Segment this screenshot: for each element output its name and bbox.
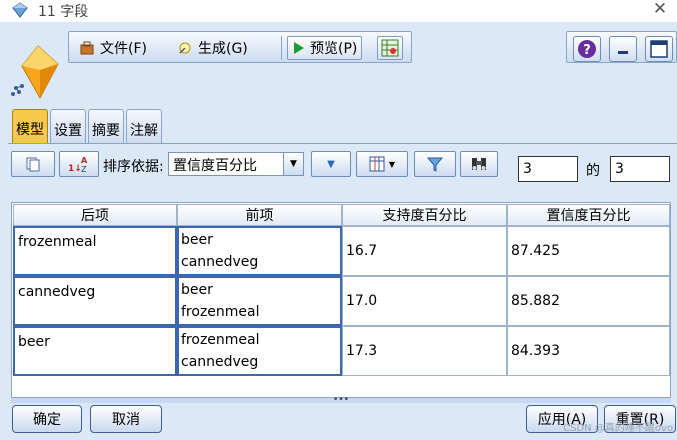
support-cell[interactable]: 17.3 [342, 326, 507, 376]
sort-by-value: 置信度百分比 [173, 158, 257, 174]
confidence-cell[interactable]: 85.882 [507, 276, 670, 326]
sort-az-icon: 1↓AZ [68, 156, 88, 174]
tab-model[interactable]: 模型 [12, 109, 48, 144]
help-icon: ? [578, 40, 596, 58]
cancel-button[interactable]: 取消 [90, 405, 162, 433]
sort-by-select[interactable]: 置信度百分比 ▼ [168, 152, 304, 176]
app-diamond-icon [12, 2, 28, 18]
sort-by-label: 排序依据: [103, 159, 164, 175]
rules-table: 后项 前项 支持度百分比 置信度百分比 frozenmeal beer cann… [13, 204, 670, 376]
svg-text:?: ? [583, 43, 591, 58]
filter-button[interactable] [414, 151, 456, 177]
tab-summary[interactable]: 摘要 [88, 109, 124, 143]
table-row[interactable]: cannedveg beer frozenmeal 17.0 85.882 [13, 276, 670, 326]
window-title: 11 字段 [38, 4, 89, 20]
chevron-down-icon: ▼ [388, 159, 396, 169]
confidence-cell[interactable]: 87.425 [507, 226, 670, 276]
file-menu[interactable]: 文件(F) [79, 38, 147, 58]
generate-menu[interactable]: 生成(G) [177, 38, 248, 58]
association-node-logo-icon [11, 45, 59, 100]
antecedent-item: cannedveg [181, 354, 259, 370]
svg-text:A: A [81, 156, 88, 165]
rule-total-field: 3 [610, 156, 670, 182]
model-panel: 1↓ A Z 排序依据: 置信度百分比 ▼ ▼ ▼ 3 的 3 后项 前项 支持… [8, 143, 677, 405]
antecedent-cell[interactable]: beer cannedveg [177, 226, 342, 276]
antecedent-cell[interactable]: frozenmeal cannedveg [177, 326, 342, 376]
consequent-cell[interactable]: cannedveg [13, 276, 177, 326]
column-header-confidence[interactable]: 置信度百分比 [507, 204, 670, 226]
export-button[interactable] [377, 36, 403, 60]
preview-button[interactable]: 预览(P) [287, 36, 363, 60]
tab-annotation[interactable]: 注解 [126, 109, 162, 143]
columns-icon [369, 156, 385, 172]
find-button[interactable] [460, 151, 498, 177]
antecedent-item: cannedveg [181, 254, 259, 270]
binoculars-icon [472, 158, 486, 170]
window-controls: ? [566, 31, 677, 63]
chevron-down-icon: ▼ [283, 153, 303, 175]
sort-order-button[interactable]: 1↓ A Z [59, 151, 99, 177]
antecedent-cell[interactable]: beer frozenmeal [177, 276, 342, 326]
copy-button[interactable] [11, 151, 55, 177]
sort-direction-button[interactable]: ▼ [311, 151, 351, 177]
antecedent-item: frozenmeal [181, 304, 260, 320]
dialog-button-bar: 确定 取消 应用(A) 重置(R) CSDN @真的睡不醒ovo [0, 403, 677, 440]
file-menu-label: 文件(F) [100, 41, 147, 57]
svg-text:Z: Z [81, 165, 87, 174]
column-header-antecedent[interactable]: 前项 [177, 204, 342, 226]
rule-count-value: 3 [523, 161, 532, 177]
filter-icon [427, 157, 443, 172]
rules-table-container[interactable]: 后项 前项 支持度百分比 置信度百分比 frozenmeal beer cann… [11, 202, 671, 402]
support-cell[interactable]: 17.0 [342, 276, 507, 326]
tab-settings[interactable]: 设置 [50, 109, 86, 143]
antecedent-item: frozenmeal [181, 332, 260, 348]
copy-icon [26, 157, 40, 172]
minimize-button[interactable] [609, 36, 637, 62]
consequent-cell[interactable]: frozenmeal [13, 226, 177, 276]
menu-separator [281, 36, 282, 60]
antecedent-item: beer [181, 232, 213, 248]
preview-label: 预览(P) [310, 41, 358, 57]
generate-wand-icon [179, 42, 191, 54]
triangle-down-icon: ▼ [327, 158, 335, 170]
menu-toolbar: 文件(F) 生成(G) 预览(P) [68, 31, 412, 63]
rule-total-value: 3 [615, 161, 624, 177]
of-label: 的 [586, 163, 600, 179]
generate-menu-label: 生成(G) [198, 41, 248, 57]
column-header-consequent[interactable]: 后项 [13, 204, 177, 226]
file-bag-icon [80, 41, 94, 55]
antecedent-item: beer [181, 282, 213, 298]
column-header-support[interactable]: 支持度百分比 [342, 204, 507, 226]
grid-export-icon [381, 39, 399, 57]
play-icon [294, 42, 304, 54]
help-button[interactable]: ? [573, 36, 601, 62]
confidence-cell[interactable]: 84.393 [507, 326, 670, 376]
table-row[interactable]: beer frozenmeal cannedveg 17.3 84.393 [13, 326, 670, 376]
svg-text:1↓: 1↓ [68, 164, 82, 174]
table-header-row: 后项 前项 支持度百分比 置信度百分比 [13, 204, 670, 226]
maximize-button[interactable] [645, 36, 673, 62]
tab-bar: 模型 设置 摘要 注解 [12, 109, 164, 144]
consequent-cell[interactable]: beer [13, 326, 177, 376]
table-row[interactable]: frozenmeal beer cannedveg 16.7 87.425 [13, 226, 670, 276]
maximize-icon [650, 40, 668, 58]
rule-count-input[interactable]: 3 [518, 156, 578, 182]
show-columns-button[interactable]: ▼ [356, 151, 408, 177]
minimize-icon [618, 51, 628, 54]
ok-button[interactable]: 确定 [12, 405, 82, 433]
title-bar: 11 字段 ✕ [0, 0, 677, 22]
close-icon[interactable]: ✕ [651, 0, 669, 19]
dialog-window: 文件(F) 生成(G) 预览(P) ? 模型 设置 摘要 注解 1↓ A Z 排… [0, 22, 677, 440]
watermark-text: CSDN @真的睡不醒ovo [563, 423, 673, 434]
support-cell[interactable]: 16.7 [342, 226, 507, 276]
